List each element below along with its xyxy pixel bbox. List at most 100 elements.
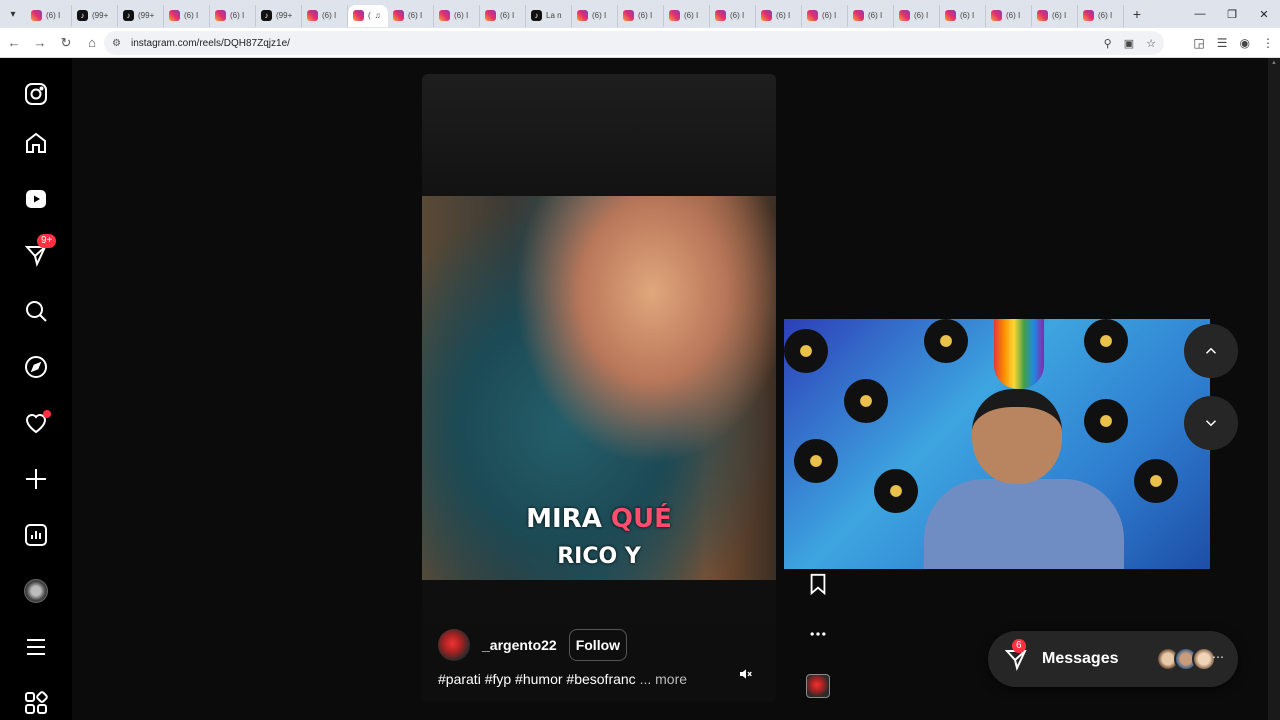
browser-tab[interactable]: (6) I (940, 4, 986, 27)
author-avatar[interactable] (438, 629, 470, 661)
browser-tab[interactable]: (6) I (1078, 4, 1124, 27)
browser-tab[interactable]: (6) I (756, 4, 802, 27)
tab-title: (6) I (868, 11, 883, 20)
instagram-favicon-icon (353, 10, 364, 21)
browser-tab-active[interactable]: (♫✕ (348, 4, 388, 27)
author-username[interactable]: _argento22 (482, 637, 557, 653)
browser-tab[interactable]: (6) I (26, 4, 72, 27)
reel-card[interactable]: MIRA QUÉ RICO Y _argento22 Follow #parat… (422, 74, 776, 702)
reels-nav-icon[interactable] (21, 184, 51, 214)
reel-video[interactable]: MIRA QUÉ RICO Y (422, 196, 776, 580)
rainbow-decoration (994, 319, 1044, 389)
tab-title: (6) I (592, 11, 607, 20)
more-menu-icon[interactable] (21, 632, 51, 662)
instagram-favicon-icon (1083, 10, 1094, 21)
browser-tab[interactable]: ♪ (99+ (256, 4, 302, 27)
notifications-heart-icon[interactable] (21, 408, 51, 438)
url-text[interactable]: instagram.com/reels/DQH87Zqjz1e/ (131, 38, 290, 49)
mute-toggle-icon[interactable] (736, 664, 756, 684)
profile-icon[interactable]: ◉ (1240, 36, 1250, 50)
more-link[interactable]: ... more (640, 671, 687, 687)
browser-tab[interactable]: (6) I (210, 4, 256, 27)
window-controls: — ❐ ✕ (1184, 0, 1280, 28)
hashtags-text[interactable]: #parati #fyp #humor #besofranc (438, 671, 636, 687)
browser-tab[interactable]: (6) I (572, 4, 618, 27)
home-icon[interactable]: ⌂ (80, 31, 104, 55)
tab-title: (6) I (684, 11, 699, 20)
back-icon[interactable]: ← (2, 31, 26, 55)
browser-tab[interactable]: (6) I (710, 4, 756, 27)
save-bookmark-icon[interactable] (804, 570, 832, 598)
streamer (924, 389, 1124, 569)
browser-tab[interactable]: (6) I (618, 4, 664, 27)
tab-title: (6) I (408, 11, 423, 20)
also-from-meta-icon[interactable] (21, 688, 51, 718)
minimize-icon[interactable]: — (1184, 0, 1216, 28)
install-app-icon[interactable]: ▣ (1124, 37, 1134, 50)
browser-tab[interactable]: (6) I (894, 4, 940, 27)
dashboard-chart-icon[interactable] (21, 520, 51, 550)
close-window-icon[interactable]: ✕ (1248, 0, 1280, 28)
search-icon[interactable] (21, 296, 51, 326)
picture-in-picture-video[interactable] (784, 319, 1210, 569)
audio-thumbnail[interactable] (804, 672, 832, 700)
create-plus-icon[interactable] (21, 464, 51, 494)
instagram-favicon-icon (991, 10, 1002, 21)
more-options-icon[interactable] (804, 620, 832, 648)
restore-icon[interactable]: ❐ (1216, 0, 1248, 28)
explore-compass-icon[interactable] (21, 352, 51, 382)
tab-title: La n (546, 11, 562, 20)
instagram-favicon-icon (669, 10, 680, 21)
new-tab-button[interactable]: + (1124, 6, 1150, 22)
browser-tab[interactable]: (6) I (802, 4, 848, 27)
browser-tab[interactable]: (6) I (664, 4, 710, 27)
messages-bar[interactable]: 6 Messages ⋯ (988, 631, 1238, 687)
browser-tab[interactable]: (6) I (164, 4, 210, 27)
profile-avatar[interactable] (21, 576, 51, 606)
reel-hashtags: #parati #fyp #humor #besofranc ... more (438, 671, 687, 687)
site-info-icon[interactable]: ⚙ (112, 38, 121, 49)
vinyl-record (1084, 319, 1128, 363)
previous-reel-button[interactable] (1184, 324, 1238, 378)
home-nav-icon[interactable] (21, 128, 51, 158)
scroll-up-arrow-icon[interactable]: ▲ (1271, 60, 1277, 68)
tab-title: (99+ (138, 11, 155, 20)
page-scrollbar[interactable]: ▲ (1268, 58, 1280, 720)
bookmark-star-icon[interactable]: ☆ (1146, 37, 1156, 50)
browser-tab[interactable]: (6) I (480, 4, 526, 27)
vinyl-record (874, 469, 918, 513)
messages-more-icon[interactable]: ⋯ (1212, 650, 1224, 664)
tab-title: (6) I (1006, 11, 1021, 20)
tab-search-chevron-icon[interactable]: ▾ (0, 0, 26, 28)
tab-audio-icon[interactable]: ♫ (375, 11, 381, 20)
zoom-icon[interactable]: ⚲ (1104, 37, 1112, 50)
caption-word-que: QUÉ (610, 504, 672, 534)
instagram-favicon-icon (761, 10, 772, 21)
extensions-icon[interactable]: ◲ (1193, 36, 1204, 50)
browser-tab[interactable]: (6) I (302, 4, 348, 27)
browser-tab[interactable]: (6) I (388, 4, 434, 27)
browser-tab[interactable]: (6) I (986, 4, 1032, 27)
browser-tab[interactable]: (6) I (434, 4, 480, 27)
messages-nav-icon[interactable]: 9+ (21, 234, 57, 270)
browser-tab[interactable]: (6) I (1032, 4, 1078, 27)
browser-tab[interactable]: ♪ (99+ (72, 4, 118, 27)
browser-tab[interactable]: ♪ La n (526, 4, 572, 27)
instagram-logo-icon[interactable] (21, 79, 51, 109)
vinyl-record (794, 439, 838, 483)
browser-tab[interactable]: (6) I (848, 4, 894, 27)
browser-menu-icon[interactable]: ⋮ (1262, 36, 1274, 50)
instagram-favicon-icon (439, 10, 450, 21)
follow-button[interactable]: Follow (568, 629, 628, 661)
forward-icon[interactable]: → (28, 31, 52, 55)
vinyl-record (924, 319, 968, 363)
notifications-badge: 9+ (37, 234, 57, 248)
tab-title: (6) I (960, 11, 975, 20)
next-reel-button[interactable] (1184, 396, 1238, 450)
tab-title: (6) I (46, 11, 61, 20)
tab-title: (6) I (638, 11, 653, 20)
browser-tab[interactable]: ♪ (99+ (118, 4, 164, 27)
reload-icon[interactable]: ↻ (54, 31, 78, 55)
address-bar[interactable]: ⚙ instagram.com/reels/DQH87Zqjz1e/ ⚲ ▣ ☆ (104, 31, 1164, 55)
media-controls-icon[interactable]: ☰ (1217, 36, 1228, 50)
